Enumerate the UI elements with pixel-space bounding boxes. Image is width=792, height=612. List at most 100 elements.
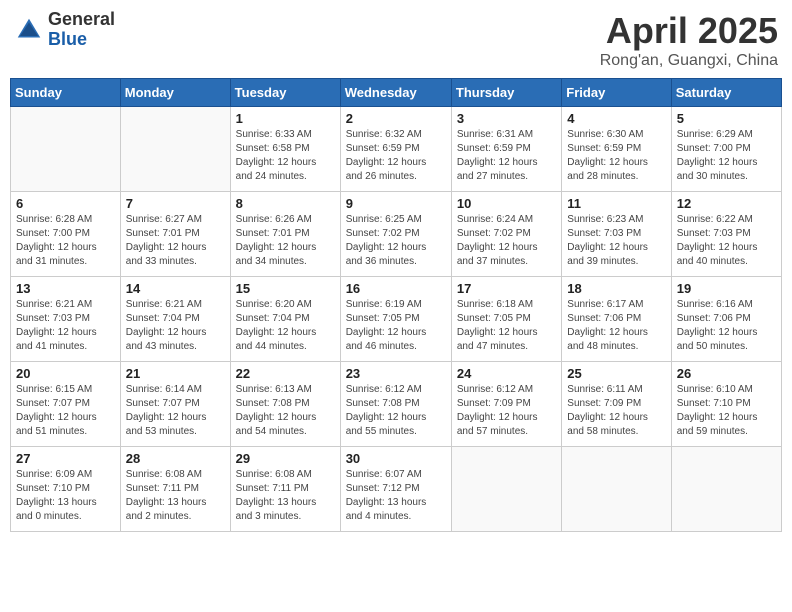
calendar-day-cell: 7 Sunrise: 6:27 AM Sunset: 7:01 PM Daylig… <box>120 192 230 277</box>
calendar-day-cell: 19 Sunrise: 6:16 AM Sunset: 7:06 PM Dayli… <box>671 277 781 362</box>
calendar-day-cell: 29 Sunrise: 6:08 AM Sunset: 7:11 PM Dayli… <box>230 447 340 532</box>
day-info: Sunrise: 6:18 AM Sunset: 7:05 PM Dayligh… <box>457 298 556 354</box>
day-number: 13 <box>16 281 115 296</box>
day-number: 19 <box>677 281 776 296</box>
day-number: 30 <box>346 451 446 466</box>
calendar-table: SundayMondayTuesdayWednesdayThursdayFrid… <box>10 78 782 532</box>
day-info: Sunrise: 6:22 AM Sunset: 7:03 PM Dayligh… <box>677 213 776 269</box>
day-number: 22 <box>236 366 335 381</box>
day-number: 28 <box>126 451 225 466</box>
day-number: 23 <box>346 366 446 381</box>
calendar-day-cell: 3Sunrise: 6:31 AM Sunset: 6:59 PM Daylig… <box>451 107 561 192</box>
calendar-week-row: 13 Sunrise: 6:21 AM Sunset: 7:03 PM Dayli… <box>11 277 782 362</box>
day-info: Sunrise: 6:13 AM Sunset: 7:08 PM Dayligh… <box>236 383 335 439</box>
weekday-header-tuesday: Tuesday <box>230 79 340 107</box>
calendar-day-cell: 15Sunrise: 6:20 AM Sunset: 7:04 PM Dayli… <box>230 277 340 362</box>
day-info: Sunrise: 6:10 AM Sunset: 7:10 PM Dayligh… <box>677 383 776 439</box>
calendar-day-cell: 16Sunrise: 6:19 AM Sunset: 7:05 PM Dayli… <box>340 277 451 362</box>
calendar-day-cell <box>451 447 561 532</box>
calendar-day-cell: 6 Sunrise: 6:28 AM Sunset: 7:00 PM Daylig… <box>11 192 121 277</box>
day-number: 10 <box>457 196 556 211</box>
day-number: 14 <box>126 281 225 296</box>
day-number: 7 <box>126 196 225 211</box>
day-number: 25 <box>567 366 665 381</box>
location: Rong'an, Guangxi, China <box>600 52 778 70</box>
calendar-day-cell <box>120 107 230 192</box>
calendar-day-cell: 13 Sunrise: 6:21 AM Sunset: 7:03 PM Dayli… <box>11 277 121 362</box>
calendar-day-cell: 18 Sunrise: 6:17 AM Sunset: 7:06 PM Dayli… <box>562 277 671 362</box>
day-info: Sunrise: 6:21 AM Sunset: 7:04 PM Dayligh… <box>126 298 225 354</box>
day-info: Sunrise: 6:29 AM Sunset: 7:00 PM Dayligh… <box>677 128 776 184</box>
weekday-header-friday: Friday <box>562 79 671 107</box>
day-info: Sunrise: 6:23 AM Sunset: 7:03 PM Dayligh… <box>567 213 665 269</box>
day-info: Sunrise: 6:08 AM Sunset: 7:11 PM Dayligh… <box>126 468 225 524</box>
day-number: 18 <box>567 281 665 296</box>
day-info: Sunrise: 6:12 AM Sunset: 7:08 PM Dayligh… <box>346 383 446 439</box>
calendar-day-cell: 5 Sunrise: 6:29 AM Sunset: 7:00 PM Daylig… <box>671 107 781 192</box>
day-info: Sunrise: 6:21 AM Sunset: 7:03 PM Dayligh… <box>16 298 115 354</box>
calendar-day-cell: 8 Sunrise: 6:26 AM Sunset: 7:01 PM Daylig… <box>230 192 340 277</box>
day-number: 29 <box>236 451 335 466</box>
calendar-day-cell: 25 Sunrise: 6:11 AM Sunset: 7:09 PM Dayli… <box>562 362 671 447</box>
calendar-day-cell: 20 Sunrise: 6:15 AM Sunset: 7:07 PM Dayli… <box>11 362 121 447</box>
day-info: Sunrise: 6:33 AM Sunset: 6:58 PM Dayligh… <box>236 128 335 184</box>
title-area: April 2025 Rong'an, Guangxi, China <box>600 10 778 70</box>
weekday-header-monday: Monday <box>120 79 230 107</box>
day-info: Sunrise: 6:30 AM Sunset: 6:59 PM Dayligh… <box>567 128 665 184</box>
month-title: April 2025 <box>600 10 778 52</box>
day-number: 21 <box>126 366 225 381</box>
day-info: Sunrise: 6:15 AM Sunset: 7:07 PM Dayligh… <box>16 383 115 439</box>
day-info: Sunrise: 6:26 AM Sunset: 7:01 PM Dayligh… <box>236 213 335 269</box>
day-info: Sunrise: 6:12 AM Sunset: 7:09 PM Dayligh… <box>457 383 556 439</box>
day-number: 4 <box>567 111 665 126</box>
day-number: 17 <box>457 281 556 296</box>
day-number: 6 <box>16 196 115 211</box>
logo-blue-text: Blue <box>48 30 115 50</box>
calendar-day-cell: 1Sunrise: 6:33 AM Sunset: 6:58 PM Daylig… <box>230 107 340 192</box>
calendar-day-cell: 11 Sunrise: 6:23 AM Sunset: 7:03 PM Dayli… <box>562 192 671 277</box>
calendar-day-cell: 9Sunrise: 6:25 AM Sunset: 7:02 PM Daylig… <box>340 192 451 277</box>
day-info: Sunrise: 6:08 AM Sunset: 7:11 PM Dayligh… <box>236 468 335 524</box>
calendar-day-cell: 24 Sunrise: 6:12 AM Sunset: 7:09 PM Dayli… <box>451 362 561 447</box>
day-number: 2 <box>346 111 446 126</box>
logo: General Blue <box>14 10 115 50</box>
weekday-header-thursday: Thursday <box>451 79 561 107</box>
calendar-day-cell: 21 Sunrise: 6:14 AM Sunset: 7:07 PM Dayli… <box>120 362 230 447</box>
day-info: Sunrise: 6:27 AM Sunset: 7:01 PM Dayligh… <box>126 213 225 269</box>
day-info: Sunrise: 6:28 AM Sunset: 7:00 PM Dayligh… <box>16 213 115 269</box>
day-info: Sunrise: 6:14 AM Sunset: 7:07 PM Dayligh… <box>126 383 225 439</box>
calendar-day-cell: 26Sunrise: 6:10 AM Sunset: 7:10 PM Dayli… <box>671 362 781 447</box>
calendar-week-row: 27 Sunrise: 6:09 AM Sunset: 7:10 PM Dayli… <box>11 447 782 532</box>
day-info: Sunrise: 6:17 AM Sunset: 7:06 PM Dayligh… <box>567 298 665 354</box>
calendar-day-cell <box>11 107 121 192</box>
day-info: Sunrise: 6:11 AM Sunset: 7:09 PM Dayligh… <box>567 383 665 439</box>
day-number: 12 <box>677 196 776 211</box>
header: General Blue April 2025 Rong'an, Guangxi… <box>10 10 782 70</box>
day-number: 20 <box>16 366 115 381</box>
day-number: 11 <box>567 196 665 211</box>
day-number: 3 <box>457 111 556 126</box>
day-info: Sunrise: 6:07 AM Sunset: 7:12 PM Dayligh… <box>346 468 446 524</box>
day-info: Sunrise: 6:16 AM Sunset: 7:06 PM Dayligh… <box>677 298 776 354</box>
calendar-day-cell: 4 Sunrise: 6:30 AM Sunset: 6:59 PM Daylig… <box>562 107 671 192</box>
day-number: 5 <box>677 111 776 126</box>
weekday-header-row: SundayMondayTuesdayWednesdayThursdayFrid… <box>11 79 782 107</box>
calendar-day-cell <box>671 447 781 532</box>
day-info: Sunrise: 6:09 AM Sunset: 7:10 PM Dayligh… <box>16 468 115 524</box>
calendar-day-cell: 2Sunrise: 6:32 AM Sunset: 6:59 PM Daylig… <box>340 107 451 192</box>
calendar-day-cell: 22 Sunrise: 6:13 AM Sunset: 7:08 PM Dayli… <box>230 362 340 447</box>
calendar-day-cell: 10Sunrise: 6:24 AM Sunset: 7:02 PM Dayli… <box>451 192 561 277</box>
calendar-day-cell: 27 Sunrise: 6:09 AM Sunset: 7:10 PM Dayli… <box>11 447 121 532</box>
weekday-header-sunday: Sunday <box>11 79 121 107</box>
calendar-day-cell <box>562 447 671 532</box>
weekday-header-wednesday: Wednesday <box>340 79 451 107</box>
day-number: 8 <box>236 196 335 211</box>
calendar-day-cell: 12 Sunrise: 6:22 AM Sunset: 7:03 PM Dayli… <box>671 192 781 277</box>
calendar-week-row: 1Sunrise: 6:33 AM Sunset: 6:58 PM Daylig… <box>11 107 782 192</box>
day-number: 27 <box>16 451 115 466</box>
calendar-day-cell: 23 Sunrise: 6:12 AM Sunset: 7:08 PM Dayli… <box>340 362 451 447</box>
calendar-week-row: 6 Sunrise: 6:28 AM Sunset: 7:00 PM Daylig… <box>11 192 782 277</box>
day-number: 24 <box>457 366 556 381</box>
day-number: 9 <box>346 196 446 211</box>
calendar-day-cell: 14 Sunrise: 6:21 AM Sunset: 7:04 PM Dayli… <box>120 277 230 362</box>
